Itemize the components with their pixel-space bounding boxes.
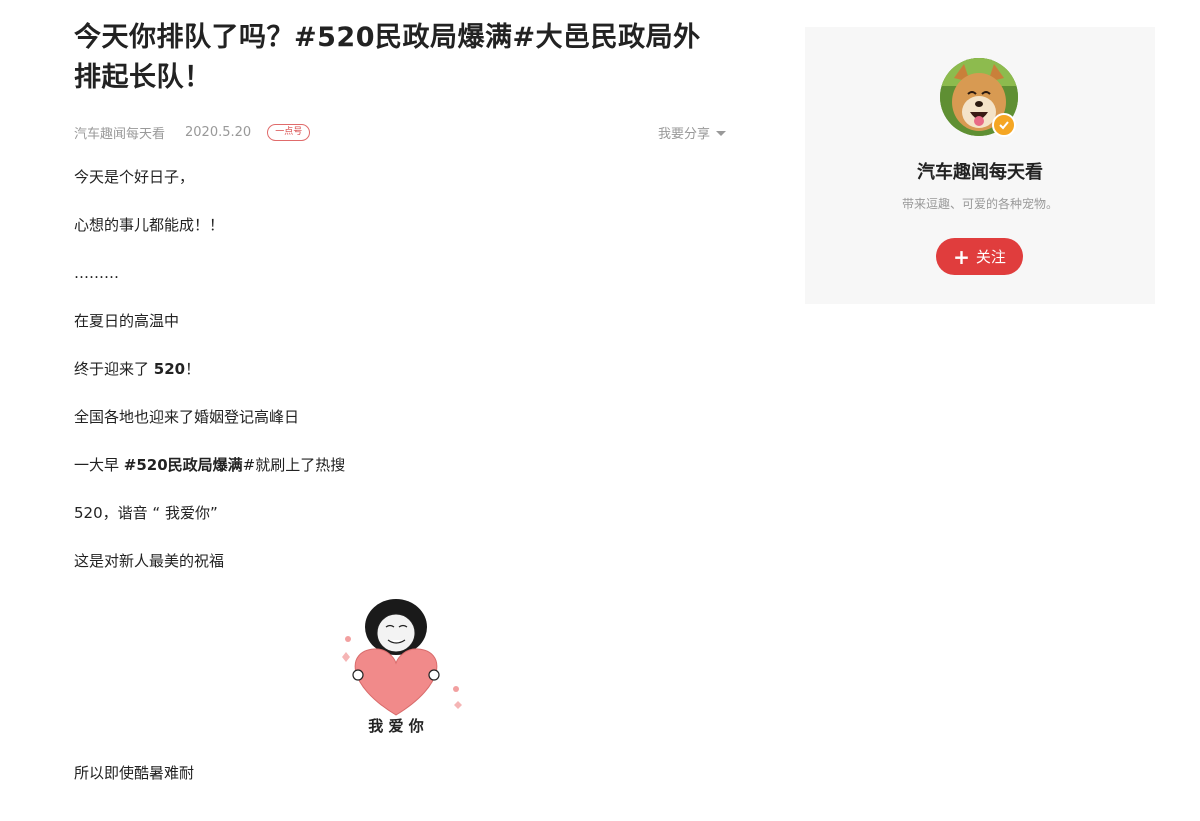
paragraph-bold: 520 — [153, 360, 186, 378]
share-label: 我要分享 — [657, 126, 710, 142]
love-sticker-image: 我 爱 你 — [342, 599, 462, 735]
source-badge: 一点号 — [267, 123, 311, 141]
article-title: 今天你排队了吗？#520民政局爆满#大邑民政局外排起长队！ — [74, 22, 701, 93]
share-button[interactable]: 我要分享 — [658, 121, 726, 143]
author-card: 汽车趣闻每天看 带来逗趣、可爱的各种宠物。 + 关注 — [805, 27, 1155, 304]
paragraph: 一大早 #520民政局爆满#就刷上了热搜 — [74, 453, 726, 477]
paragraph: 终于迎来了 520！ — [74, 357, 726, 381]
follow-label: 关注 — [975, 248, 1006, 266]
paragraph: 在夏日的高温中 — [74, 312, 180, 330]
paragraph-text: #就刷上了热搜 — [242, 456, 346, 474]
article: 今天你排队了吗？#520民政局爆满#大邑民政局外排起长队！ 汽车趣闻每天看 20… — [74, 18, 726, 809]
author-description: 带来逗趣、可爱的各种宠物。 — [901, 197, 1058, 211]
paragraph: ……… — [74, 264, 119, 282]
article-meta: 汽车趣闻每天看 2020.5.20 一点号 我要分享 — [74, 121, 726, 143]
paragraph: 所以即使酷暑难耐 — [74, 764, 195, 782]
paragraph-text: 一大早 — [74, 456, 124, 474]
paragraph: 全国各地也迎来了婚姻登记高峰日 — [74, 408, 300, 426]
sticker-caption: 我 爱 你 — [368, 717, 423, 735]
author-name[interactable]: 汽车趣闻每天看 — [805, 158, 1155, 184]
paragraph-text: ！ — [185, 360, 201, 378]
paragraph: 今天是个好日子， — [74, 168, 195, 186]
article-body: 今天是个好日子， 心想的事儿都能成！！ ……… 在夏日的高温中 终于迎来了 52… — [74, 165, 726, 785]
publish-date: 2020.5.20 — [185, 124, 252, 140]
author-link[interactable]: 汽车趣闻每天看 — [74, 123, 165, 142]
paragraph-bold: #520民政局爆满 — [123, 456, 243, 474]
paragraph: 这是对新人最美的祝福 — [74, 552, 225, 570]
paragraph: 520，谐音 “ 我爱你” — [74, 504, 218, 522]
article-image: 我 爱 你 — [74, 597, 726, 747]
paragraph: 心想的事儿都能成！！ — [74, 216, 225, 234]
chevron-down-icon — [716, 130, 726, 136]
follow-button[interactable]: + 关注 — [936, 238, 1023, 275]
plus-icon: + — [953, 244, 970, 269]
paragraph-text: 终于迎来了 — [74, 360, 154, 378]
verified-badge-icon — [992, 113, 1016, 137]
